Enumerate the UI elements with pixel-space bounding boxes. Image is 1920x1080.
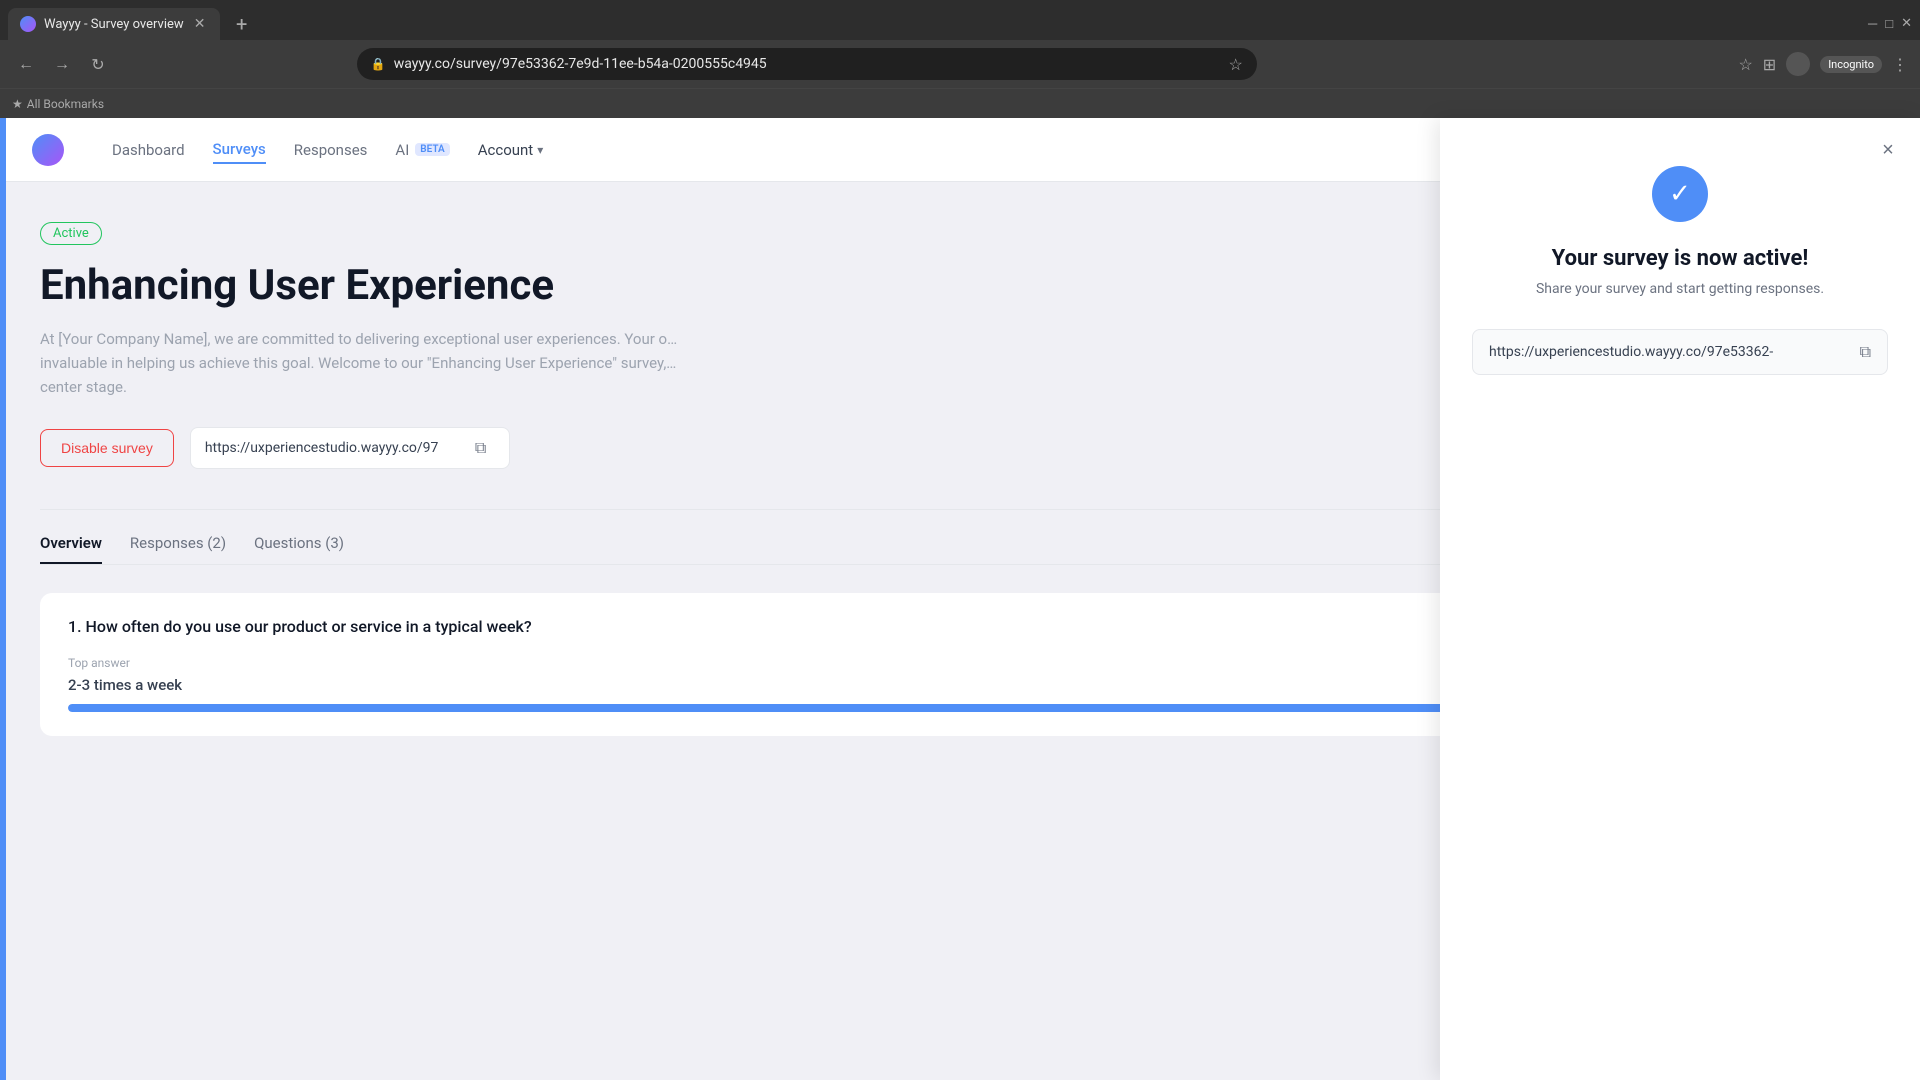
bookmark-star-icon[interactable]: ☆ [1228, 55, 1242, 74]
tab-questions[interactable]: Questions (3) [254, 534, 344, 564]
nav-links: Dashboard Surveys Responses AI BETA Acco… [112, 136, 543, 164]
address-bar-right: ☆ ⊞ Incognito ⋮ [1738, 52, 1908, 76]
forward-button[interactable]: → [48, 50, 76, 78]
nav-dashboard[interactable]: Dashboard [112, 137, 185, 163]
minimize-btn[interactable]: ─ [1868, 16, 1877, 32]
restore-btn[interactable]: □ [1885, 16, 1893, 32]
survey-description: At [Your Company Name], we are committed… [40, 327, 690, 399]
left-accent-bar [0, 118, 6, 1080]
logo[interactable] [32, 134, 64, 166]
account-chevron-icon: ▾ [537, 143, 543, 157]
profile-icon[interactable] [1786, 52, 1810, 76]
url-text: wayyy.co/survey/97e53362-7e9d-11ee-b54a-… [394, 56, 1221, 72]
tab-responses[interactable]: Responses (2) [130, 534, 226, 564]
more-options-icon[interactable]: ⋮ [1892, 55, 1908, 74]
address-bar-row: ← → ↻ 🔒 wayyy.co/survey/97e53362-7e9d-11… [0, 40, 1920, 88]
disable-survey-button[interactable]: Disable survey [40, 429, 174, 467]
browser-chrome: Wayyy - Survey overview ✕ + ─ □ ✕ ← → ↻ … [0, 0, 1920, 118]
nav-ai[interactable]: AI BETA [395, 137, 449, 163]
survey-url-text: https://uxperiencestudio.wayyy.co/97 [205, 440, 465, 456]
tab-close-btn[interactable]: ✕ [192, 16, 208, 32]
tab-bar: Wayyy - Survey overview ✕ + ─ □ ✕ [0, 0, 1920, 40]
lock-icon: 🔒 [371, 57, 386, 71]
copy-url-icon[interactable]: ⧉ [475, 438, 486, 458]
incognito-badge[interactable]: Incognito [1820, 56, 1882, 73]
back-button[interactable]: ← [12, 50, 40, 78]
question-body: How often do you use our product or serv… [86, 617, 532, 636]
extensions-icon[interactable]: ⊞ [1763, 55, 1776, 74]
panel-subtitle: Share your survey and start getting resp… [1536, 281, 1824, 297]
panel-copy-icon[interactable]: ⧉ [1860, 342, 1871, 362]
panel-url-text: https://uxperiencestudio.wayyy.co/97e533… [1489, 344, 1848, 360]
close-window-btn[interactable]: ✕ [1901, 16, 1912, 32]
browser-tab[interactable]: Wayyy - Survey overview ✕ [8, 8, 220, 40]
bookmark-icon[interactable]: ☆ [1738, 55, 1752, 74]
right-panel: × ✓ Your survey is now active! Share you… [1440, 118, 1920, 1080]
account-button[interactable]: Account ▾ [478, 141, 544, 159]
account-label: Account [478, 141, 534, 159]
status-badge: Active [40, 222, 102, 245]
nav-surveys[interactable]: Surveys [213, 136, 266, 164]
refresh-button[interactable]: ↻ [84, 50, 112, 78]
question-number: 1. [68, 617, 82, 636]
tab-favicon [20, 16, 36, 32]
panel-title: Your survey is now active! [1552, 246, 1809, 271]
close-panel-button[interactable]: × [1872, 134, 1904, 166]
success-icon-circle: ✓ [1652, 166, 1708, 222]
app-container: Dashboard Surveys Responses AI BETA Acco… [0, 118, 1920, 1080]
address-bar[interactable]: 🔒 wayyy.co/survey/97e53362-7e9d-11ee-b54… [357, 48, 1257, 80]
bookmarks-bar: ★ All Bookmarks [0, 88, 1920, 118]
tab-right-controls: ─ □ ✕ [1868, 16, 1912, 32]
tab-overview[interactable]: Overview [40, 534, 102, 564]
bookmarks-star-icon: ★ [12, 97, 23, 111]
checkmark-icon: ✓ [1669, 179, 1691, 209]
nav-responses[interactable]: Responses [294, 137, 368, 163]
tab-title: Wayyy - Survey overview [44, 17, 184, 32]
panel-url-box: https://uxperiencestudio.wayyy.co/97e533… [1472, 329, 1888, 375]
beta-badge: BETA [415, 143, 449, 156]
survey-url-box: https://uxperiencestudio.wayyy.co/97 ⧉ [190, 427, 510, 469]
all-bookmarks-label[interactable]: All Bookmarks [27, 97, 104, 111]
new-tab-button[interactable]: + [228, 10, 256, 38]
